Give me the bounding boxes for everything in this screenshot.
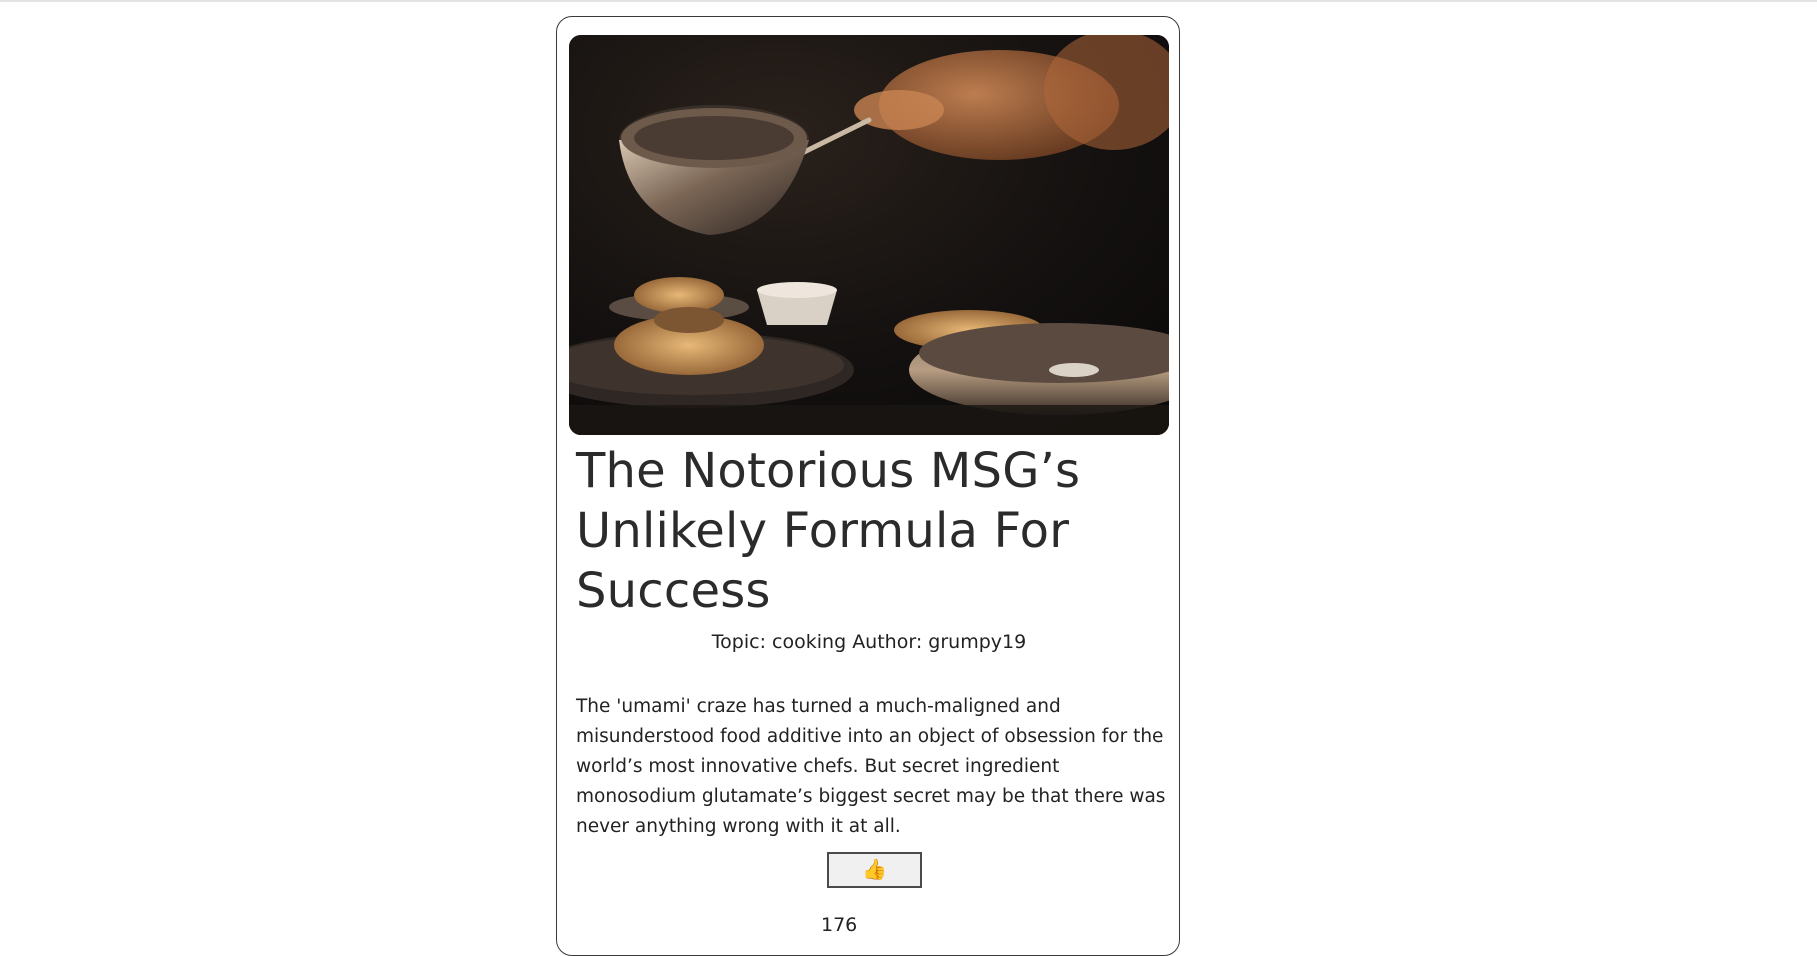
article-image: [569, 35, 1169, 435]
topic-value: cooking: [772, 631, 847, 653]
topic-label: Topic:: [711, 631, 766, 653]
author-value: grumpy19: [928, 631, 1027, 653]
like-button[interactable]: 👍: [827, 852, 922, 888]
top-divider: [0, 0, 1817, 2]
article-description: The 'umami' craze has turned a much-mali…: [576, 696, 1166, 837]
article-title: The Notorious MSG’s Unlikely Formula For…: [576, 443, 1081, 619]
article-meta: Topic: cooking Author: grumpy19: [557, 629, 1181, 655]
article-card: The Notorious MSG’s Unlikely Formula For…: [556, 16, 1180, 956]
author-label: Author:: [852, 631, 923, 653]
thumbs-up-icon: 👍: [862, 859, 887, 881]
like-count: 176: [821, 914, 858, 936]
